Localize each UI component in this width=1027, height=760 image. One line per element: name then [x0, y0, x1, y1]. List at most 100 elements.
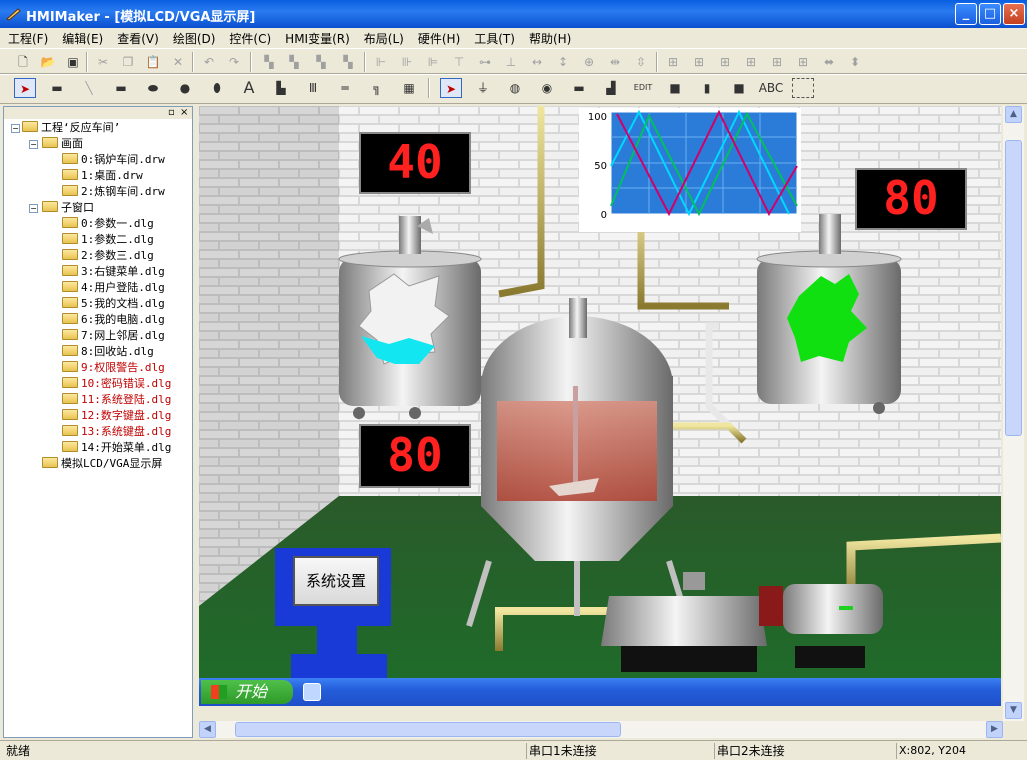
bitmap-tool-icon[interactable]: ▙	[270, 78, 292, 98]
tree-subwindow-item[interactable]: 0:参数一.dlg	[62, 216, 154, 232]
tree-screen-item[interactable]: 0:锅炉车间.drw	[62, 152, 165, 168]
tree-subwindow-item[interactable]: 3:右键菜单.dlg	[62, 264, 165, 280]
collapse-icon[interactable]: −	[29, 140, 38, 149]
send-backward-icon[interactable]: ▚	[337, 52, 359, 72]
tree-subwindows-node[interactable]: 子窗口	[42, 200, 94, 216]
tree-subwindow-item[interactable]: 5:我的文档.dlg	[62, 296, 165, 312]
vertical-slider-icon[interactable]: ▮	[696, 78, 718, 98]
cut-icon[interactable]: ✂	[92, 52, 114, 72]
horizontal-scroll-thumb[interactable]	[235, 722, 621, 737]
same-size-icon[interactable]: ⊕	[578, 52, 600, 72]
table-tool-icon[interactable]: ▦	[398, 78, 420, 98]
align-bottom-icon[interactable]: ⊥	[500, 52, 522, 72]
edit-box-icon[interactable]: EDIT	[632, 78, 654, 98]
menu-hardware[interactable]: 硬件(H)	[410, 28, 466, 48]
close-button[interactable]: ×	[1003, 3, 1025, 25]
grid-icon[interactable]: ⊞	[662, 52, 684, 72]
line-tool-icon[interactable]: ╲	[78, 78, 100, 98]
tree-subwindow-item[interactable]: 11:系统登陆.dlg	[62, 392, 171, 408]
tree-screen-item[interactable]: 1:桌面.drw	[62, 168, 143, 184]
align-middle-icon[interactable]: ⊶	[474, 52, 496, 72]
align-center-icon[interactable]: ⊪	[396, 52, 418, 72]
tree-subwindow-item[interactable]: 9:权限警告.dlg	[62, 360, 165, 376]
delete-icon[interactable]: ✕	[167, 52, 189, 72]
lock-icon[interactable]: ⊞	[740, 52, 762, 72]
redo-icon[interactable]: ↷	[223, 52, 245, 72]
tree-subwindow-item[interactable]: 13:系统键盘.dlg	[62, 424, 171, 440]
ungroup-icon[interactable]: ⊞	[792, 52, 814, 72]
align-left-icon[interactable]: ⊩	[370, 52, 392, 72]
menu-edit[interactable]: 编辑(E)	[54, 28, 109, 48]
ellipse-tool-icon[interactable]: ⬮	[206, 78, 228, 98]
resize-height-icon[interactable]: ⬍	[844, 52, 866, 72]
collapse-icon[interactable]: −	[29, 204, 38, 213]
horizontal-scrollbar[interactable]: ◀ ▶	[199, 721, 1003, 738]
design-canvas[interactable]: 100 50 0 40 80 80 系统设置 开始	[199, 106, 1001, 706]
tree-root[interactable]: 工程‘反应车间’	[22, 120, 120, 136]
bring-front-icon[interactable]: ▚	[258, 52, 280, 72]
vertical-scrollbar[interactable]: ▲ ▼	[1003, 106, 1024, 721]
group-icon[interactable]: ⊞	[766, 52, 788, 72]
tree-subwindow-item[interactable]: 8:回收站.dlg	[62, 344, 154, 360]
scroll-left-icon[interactable]: ◀	[199, 721, 216, 738]
bar-graph-icon[interactable]: ▟	[600, 78, 622, 98]
frame-control-icon[interactable]: ■	[728, 78, 750, 98]
center-horizontal-icon[interactable]: ⊞	[688, 52, 710, 72]
select-arrow-icon[interactable]: ➤	[14, 78, 36, 98]
open-folder-icon[interactable]: 📂	[37, 52, 59, 72]
pipe-tool-icon[interactable]: ═	[334, 78, 356, 98]
undo-icon[interactable]: ↶	[198, 52, 220, 72]
button-control-icon[interactable]: ▬	[568, 78, 590, 98]
menu-view[interactable]: 查看(V)	[109, 28, 165, 48]
circle-tool-icon[interactable]: ●	[174, 78, 196, 98]
rounded-rect-icon[interactable]: ⬬	[142, 78, 164, 98]
menu-controls[interactable]: 控件(C)	[221, 28, 277, 48]
panel-control-icon[interactable]: ■	[664, 78, 686, 98]
tree-subwindow-item[interactable]: 6:我的电脑.dlg	[62, 312, 165, 328]
vertical-scroll-thumb[interactable]	[1005, 140, 1022, 436]
resize-width-icon[interactable]: ⬌	[818, 52, 840, 72]
control-select-icon[interactable]: ➤	[440, 78, 462, 98]
maximize-button[interactable]: □	[979, 3, 1001, 25]
tree-subwindow-item[interactable]: 7:网上邻居.dlg	[62, 328, 165, 344]
knob-control-icon[interactable]: ◍	[504, 78, 526, 98]
tree-screens-node[interactable]: 画面	[42, 136, 83, 152]
menu-tools[interactable]: 工具(T)	[466, 28, 521, 48]
paste-icon[interactable]: 📋	[142, 52, 164, 72]
menu-hmi-variables[interactable]: HMI变量(R)	[277, 28, 356, 48]
align-top-icon[interactable]: ⊤	[448, 52, 470, 72]
scroll-down-icon[interactable]: ▼	[1005, 702, 1022, 719]
space-vertical-icon[interactable]: ⇳	[630, 52, 652, 72]
scroll-up-icon[interactable]: ▲	[1005, 106, 1022, 123]
tree-subwindow-item[interactable]: 4:用户登陆.dlg	[62, 280, 165, 296]
center-vertical-icon[interactable]: ⊞	[714, 52, 736, 72]
tree-close-icon[interactable]: ×	[180, 107, 188, 118]
tree-subwindow-item[interactable]: 2:参数三.dlg	[62, 248, 154, 264]
label-control-icon[interactable]: ABC	[757, 78, 785, 98]
scroll-right-icon[interactable]: ▶	[986, 721, 1003, 738]
desktop-shortcut-icon[interactable]	[303, 683, 321, 701]
copy-icon[interactable]: ❐	[117, 52, 139, 72]
group-box-icon[interactable]	[792, 78, 814, 98]
send-back-icon[interactable]: ▚	[283, 52, 305, 72]
text-tool-icon[interactable]: A	[238, 78, 260, 98]
scale-tool-icon[interactable]: Ⅲ	[302, 78, 324, 98]
tree-subwindow-item[interactable]: 10:密码错误.dlg	[62, 376, 171, 392]
collapse-icon[interactable]: −	[11, 124, 20, 133]
tree-lcd-node[interactable]: 模拟LCD/VGA显示屏	[42, 456, 162, 472]
save-all-icon[interactable]: ▣	[62, 52, 84, 72]
filled-rect-icon[interactable]: ▬	[46, 78, 68, 98]
tree-screen-item[interactable]: 2:炼钢车间.drw	[62, 184, 165, 200]
tree-subwindow-item[interactable]: 14:开始菜单.dlg	[62, 440, 171, 456]
align-right-icon[interactable]: ⊫	[422, 52, 444, 72]
menu-draw[interactable]: 绘图(D)	[165, 28, 222, 48]
new-file-icon[interactable]: 🗋	[12, 52, 34, 72]
tree-subwindow-item[interactable]: 1:参数二.dlg	[62, 232, 154, 248]
indicator-light-icon[interactable]: ◉	[536, 78, 558, 98]
bring-forward-icon[interactable]: ▚	[310, 52, 332, 72]
system-settings-button[interactable]: 系统设置	[293, 556, 379, 606]
start-button[interactable]: 开始	[201, 680, 293, 704]
space-horizontal-icon[interactable]: ⇹	[604, 52, 626, 72]
same-width-icon[interactable]: ↔	[526, 52, 548, 72]
tree-pin-icon[interactable]: ▫	[168, 107, 175, 118]
